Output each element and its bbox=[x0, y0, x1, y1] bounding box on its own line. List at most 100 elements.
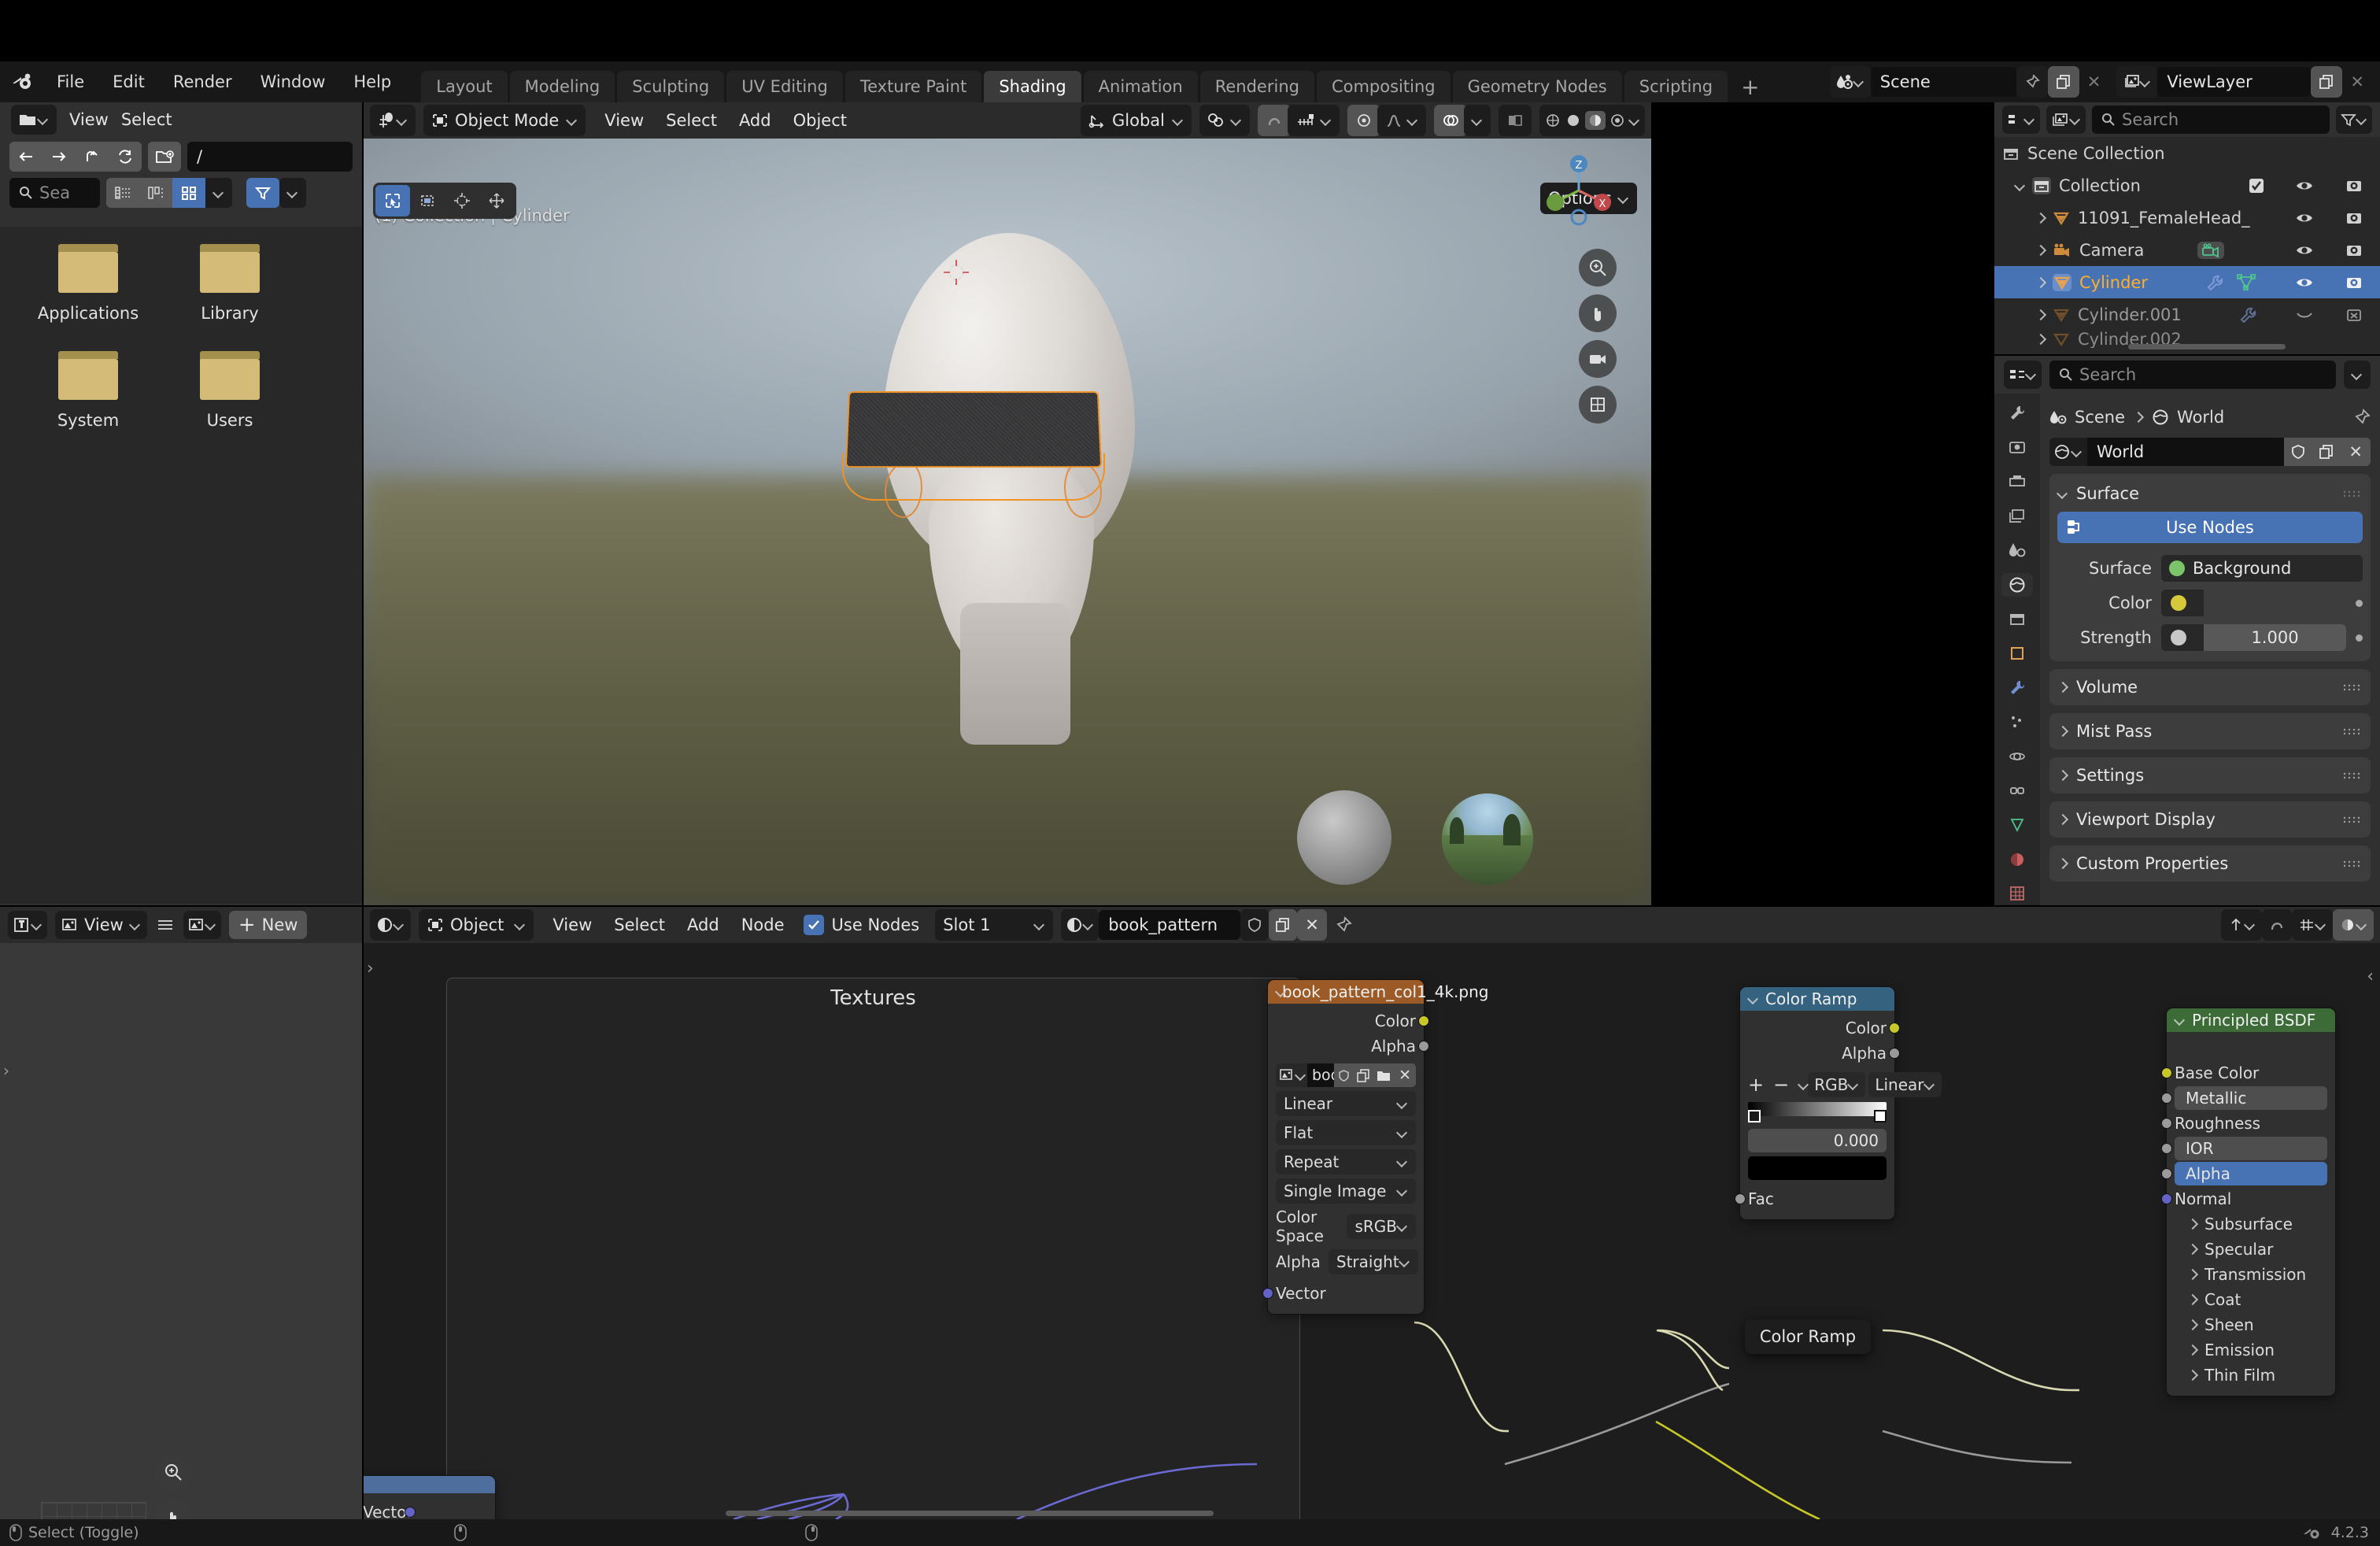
tab-scripting[interactable]: Scripting bbox=[1624, 71, 1728, 102]
section-emission[interactable]: Emission bbox=[2175, 1337, 2327, 1363]
metallic-slider[interactable]: Metallic bbox=[2175, 1086, 2327, 1110]
socket-dot[interactable] bbox=[2161, 1093, 2172, 1104]
file-item-applications[interactable]: Applications bbox=[17, 244, 159, 323]
material-slot-dropdown[interactable]: Slot 1 bbox=[935, 909, 1054, 941]
gizmo-options-dropdown[interactable] bbox=[1377, 105, 1426, 136]
world-browse-icon[interactable] bbox=[2049, 438, 2087, 466]
interaction-mode-dropdown[interactable]: Object Mode bbox=[423, 105, 586, 136]
node-header[interactable] bbox=[364, 1476, 495, 1493]
color-swatch-box[interactable] bbox=[2161, 590, 2196, 616]
ior-slider[interactable]: IOR bbox=[2175, 1137, 2327, 1160]
display-mode-horizontal-list-button[interactable] bbox=[139, 178, 172, 208]
fb-menu-select[interactable]: Select bbox=[121, 110, 172, 129]
menu-edit[interactable]: Edit bbox=[98, 72, 159, 91]
outliner-row-cylinder[interactable]: Cylinder bbox=[1994, 266, 2380, 298]
tab-render[interactable] bbox=[2001, 436, 2033, 460]
sh-menu-view[interactable]: View bbox=[541, 915, 603, 934]
snap-increment-button[interactable] bbox=[1288, 105, 1340, 136]
node-principled-bsdf[interactable]: Principled BSDF Base Color Metallic Roug… bbox=[2161, 1008, 2336, 1396]
socket-dot[interactable] bbox=[1418, 1015, 1429, 1026]
toggle-camera-view-button[interactable] bbox=[1579, 340, 1617, 378]
tab-constraints[interactable] bbox=[2001, 779, 2033, 803]
camera-data-icon[interactable] bbox=[2197, 241, 2224, 259]
delete-viewlayer-button[interactable]: ✕ bbox=[2342, 66, 2372, 98]
open-image-folder-icon[interactable] bbox=[1373, 1063, 1395, 1087]
tab-shading[interactable]: Shading bbox=[984, 71, 1081, 102]
material-browse-icon[interactable] bbox=[1061, 909, 1099, 941]
tab-rendering[interactable]: Rendering bbox=[1199, 71, 1314, 102]
expand-chevron-icon[interactable] bbox=[2057, 682, 2068, 693]
pin-scene-icon[interactable] bbox=[2016, 66, 2048, 98]
viewport-canvas[interactable]: User Perspective (1) Collection | Cylind… bbox=[364, 139, 1651, 905]
visibility-eye-icon[interactable] bbox=[2295, 179, 2314, 193]
extension-dropdown[interactable]: Repeat bbox=[1276, 1149, 1416, 1174]
collapse-chevron-icon[interactable] bbox=[2175, 1015, 2186, 1026]
tab-sculpting[interactable]: Sculpting bbox=[617, 71, 725, 102]
socket-dot[interactable] bbox=[2161, 1193, 2172, 1204]
display-options-dropdown[interactable] bbox=[205, 178, 232, 208]
mist-pass-panel[interactable]: Mist Pass bbox=[2049, 713, 2371, 749]
editor-type-image-editor-icon[interactable] bbox=[8, 911, 47, 939]
socket-in-vector[interactable]: Vector bbox=[1262, 1281, 1416, 1306]
modifier-wrench-icon[interactable] bbox=[2238, 306, 2257, 324]
editor-type-shader-editor-icon[interactable] bbox=[370, 909, 411, 941]
tab-view-layer[interactable] bbox=[2001, 505, 2033, 528]
viewport-display-panel[interactable]: Viewport Display bbox=[2049, 801, 2371, 838]
tab-geometry-nodes[interactable]: Geometry Nodes bbox=[1452, 71, 1622, 102]
filter-options-dropdown[interactable] bbox=[279, 178, 306, 208]
vp-menu-add[interactable]: Add bbox=[728, 111, 782, 130]
sh-menu-node[interactable]: Node bbox=[730, 915, 796, 934]
navigation-gizmo[interactable]: Z X bbox=[1541, 153, 1617, 228]
forward-button[interactable] bbox=[42, 142, 76, 172]
ramp-selected-color-swatch[interactable] bbox=[1748, 1156, 1887, 1180]
use-nodes-button[interactable]: Use Nodes bbox=[2057, 512, 2363, 543]
socket-dot[interactable] bbox=[405, 1507, 416, 1518]
add-workspace-button[interactable]: + bbox=[1730, 71, 1770, 102]
shading-rendered-icon[interactable] bbox=[1609, 113, 1626, 128]
overlay-options-dropdown[interactable] bbox=[1464, 105, 1491, 136]
file-item-library[interactable]: Library bbox=[159, 244, 301, 323]
expand-chevron-icon[interactable] bbox=[2035, 213, 2046, 224]
unlink-world-button[interactable]: ✕ bbox=[2341, 438, 2371, 466]
color-value-bar[interactable] bbox=[2204, 590, 2346, 616]
pin-shader-icon[interactable] bbox=[1335, 916, 1352, 934]
world-name-field[interactable]: World bbox=[2087, 438, 2285, 466]
collection-checkbox[interactable] bbox=[2248, 177, 2265, 194]
unlink-material-button[interactable]: ✕ bbox=[1297, 909, 1327, 941]
shader-sidebar-toggle-right[interactable]: ‹ bbox=[2367, 967, 2374, 986]
node-color-ramp[interactable]: Color Ramp Color Alpha + − RGB Linear 0.… bbox=[1735, 986, 1942, 1220]
node-mapping-partial[interactable]: Vector 0 m 0 m bbox=[364, 1475, 496, 1519]
refresh-button[interactable] bbox=[109, 142, 142, 172]
strength-animate-dot[interactable] bbox=[2356, 634, 2363, 642]
pin-properties-icon[interactable] bbox=[2353, 409, 2371, 426]
strength-field[interactable]: 1.000 bbox=[2161, 624, 2346, 651]
unlink-image-button[interactable]: ✕ bbox=[1394, 1063, 1416, 1087]
image-editor-sidebar-toggle[interactable]: › bbox=[3, 1061, 9, 1080]
ramp-interpolation-dropdown[interactable]: Linear bbox=[1868, 1072, 1942, 1097]
display-mode-vertical-list-button[interactable] bbox=[106, 178, 139, 208]
tab-world[interactable] bbox=[2001, 572, 2033, 597]
tab-physics[interactable] bbox=[2001, 745, 2033, 768]
tab-object-data[interactable] bbox=[2001, 813, 2033, 837]
xray-toggle[interactable] bbox=[1499, 105, 1532, 136]
back-button[interactable] bbox=[9, 142, 42, 172]
section-sheen[interactable]: Sheen bbox=[2175, 1312, 2327, 1337]
create-directory-button[interactable] bbox=[148, 142, 181, 172]
file-item-system[interactable]: System bbox=[17, 351, 159, 430]
expand-chevron-icon[interactable] bbox=[2015, 180, 2026, 191]
outliner-row-collection[interactable]: Collection bbox=[1994, 169, 2380, 202]
properties-search-input[interactable]: Search bbox=[2049, 361, 2336, 389]
ramp-stop-black[interactable] bbox=[1748, 1110, 1761, 1123]
vp-menu-view[interactable]: View bbox=[593, 111, 655, 130]
tool-tweak[interactable] bbox=[375, 185, 410, 216]
file-browser-grid[interactable]: Applications Library System Users bbox=[0, 227, 362, 904]
proportional-editing-toggle[interactable] bbox=[1258, 105, 1291, 136]
pan-view-button[interactable] bbox=[1579, 294, 1617, 332]
shader-horizontal-scrollbar[interactable] bbox=[726, 1511, 1214, 1516]
parent-directory-button[interactable] bbox=[76, 142, 109, 172]
node-header[interactable]: Color Ramp bbox=[1740, 987, 1894, 1011]
interpolation-dropdown[interactable]: Linear bbox=[1276, 1091, 1416, 1116]
display-mode-thumbnails-button[interactable] bbox=[172, 178, 205, 208]
outliner-row-cylinder-001[interactable]: Cylinder.001 bbox=[1994, 298, 2380, 331]
new-image-button[interactable] bbox=[1354, 1063, 1374, 1087]
